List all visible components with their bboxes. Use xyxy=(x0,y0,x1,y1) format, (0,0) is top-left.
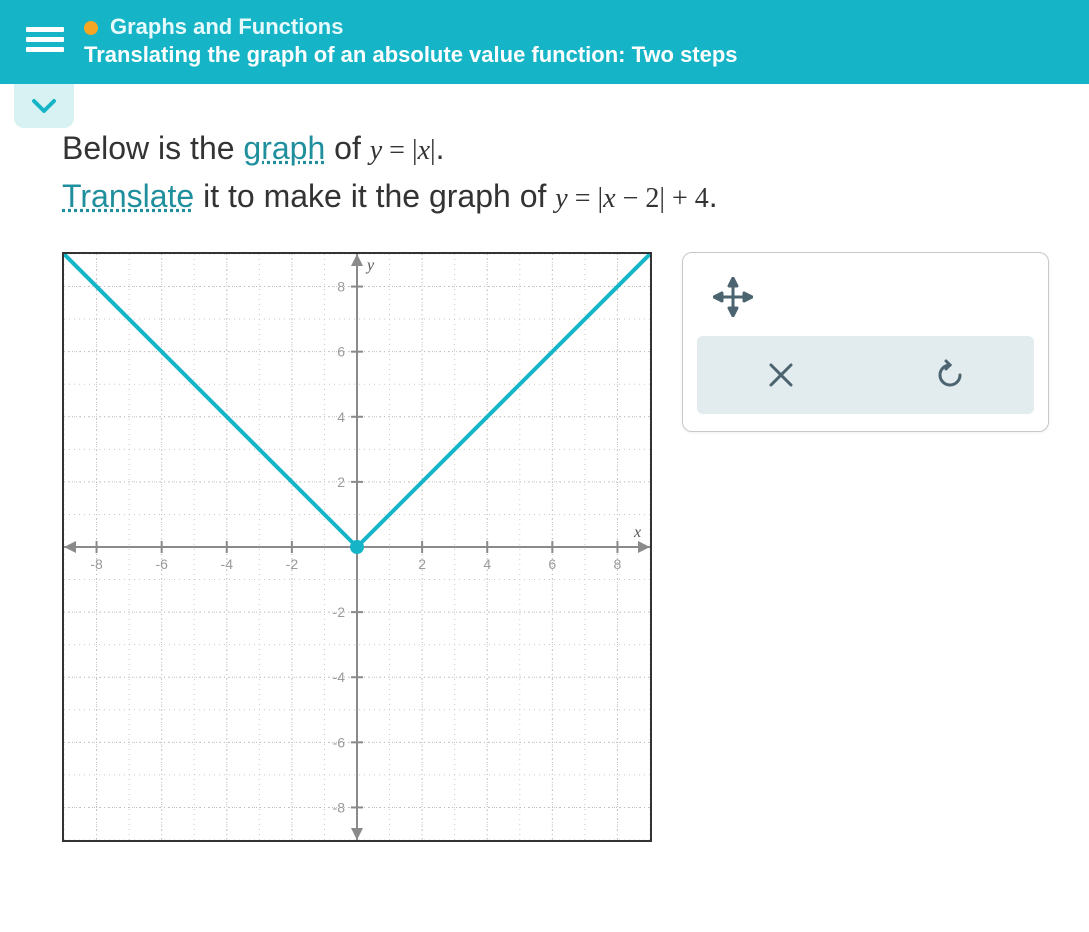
header: Graphs and Functions Translating the gra… xyxy=(0,0,1089,84)
prompt-text: it to make it the graph of xyxy=(203,178,555,214)
svg-text:x: x xyxy=(633,524,641,541)
chevron-down-icon xyxy=(31,97,57,115)
category-text: Graphs and Functions xyxy=(110,14,343,39)
svg-text:-4: -4 xyxy=(221,556,234,572)
delete-button[interactable] xyxy=(741,345,821,405)
svg-text:-8: -8 xyxy=(90,556,103,572)
svg-text:2: 2 xyxy=(418,556,426,572)
move-tool[interactable] xyxy=(713,277,753,322)
move-arrows-icon xyxy=(713,277,753,317)
keyword-graph[interactable]: graph xyxy=(243,130,325,166)
svg-text:8: 8 xyxy=(614,556,622,572)
svg-text:-4: -4 xyxy=(333,669,346,685)
svg-text:2: 2 xyxy=(337,474,345,490)
prompt-text: . xyxy=(709,178,718,214)
equation-2: y = |x − 2| + 4 xyxy=(555,183,708,214)
prompt-text: . xyxy=(436,130,445,166)
keyword-translate[interactable]: Translate xyxy=(62,178,194,214)
equation-1: y = |x| xyxy=(370,135,436,166)
svg-text:y: y xyxy=(365,257,375,274)
svg-text:6: 6 xyxy=(548,556,556,572)
reset-button[interactable] xyxy=(910,345,990,405)
svg-text:4: 4 xyxy=(337,409,345,425)
svg-text:6: 6 xyxy=(337,344,345,360)
undo-icon xyxy=(934,359,966,391)
svg-text:-6: -6 xyxy=(155,556,168,572)
prompt-text: of xyxy=(334,130,370,166)
svg-text:-8: -8 xyxy=(333,799,346,815)
category-label: Graphs and Functions xyxy=(84,14,1069,40)
svg-text:4: 4 xyxy=(483,556,491,572)
topic-title: Translating the graph of an absolute val… xyxy=(84,42,1069,68)
status-dot-icon xyxy=(84,21,98,35)
svg-text:-6: -6 xyxy=(333,734,346,750)
problem-prompt: Below is the graph of y = |x|. Translate… xyxy=(62,124,1049,220)
menu-icon[interactable] xyxy=(26,22,64,52)
svg-text:8: 8 xyxy=(337,279,345,295)
prompt-text: Below is the xyxy=(62,130,243,166)
svg-text:-2: -2 xyxy=(286,556,299,572)
graph-canvas[interactable]: -8-6-4-22468-8-6-4-22468xy xyxy=(62,252,652,842)
close-icon xyxy=(766,360,796,390)
tool-panel xyxy=(682,252,1049,432)
svg-text:-2: -2 xyxy=(333,604,346,620)
expand-tab[interactable] xyxy=(14,84,74,128)
